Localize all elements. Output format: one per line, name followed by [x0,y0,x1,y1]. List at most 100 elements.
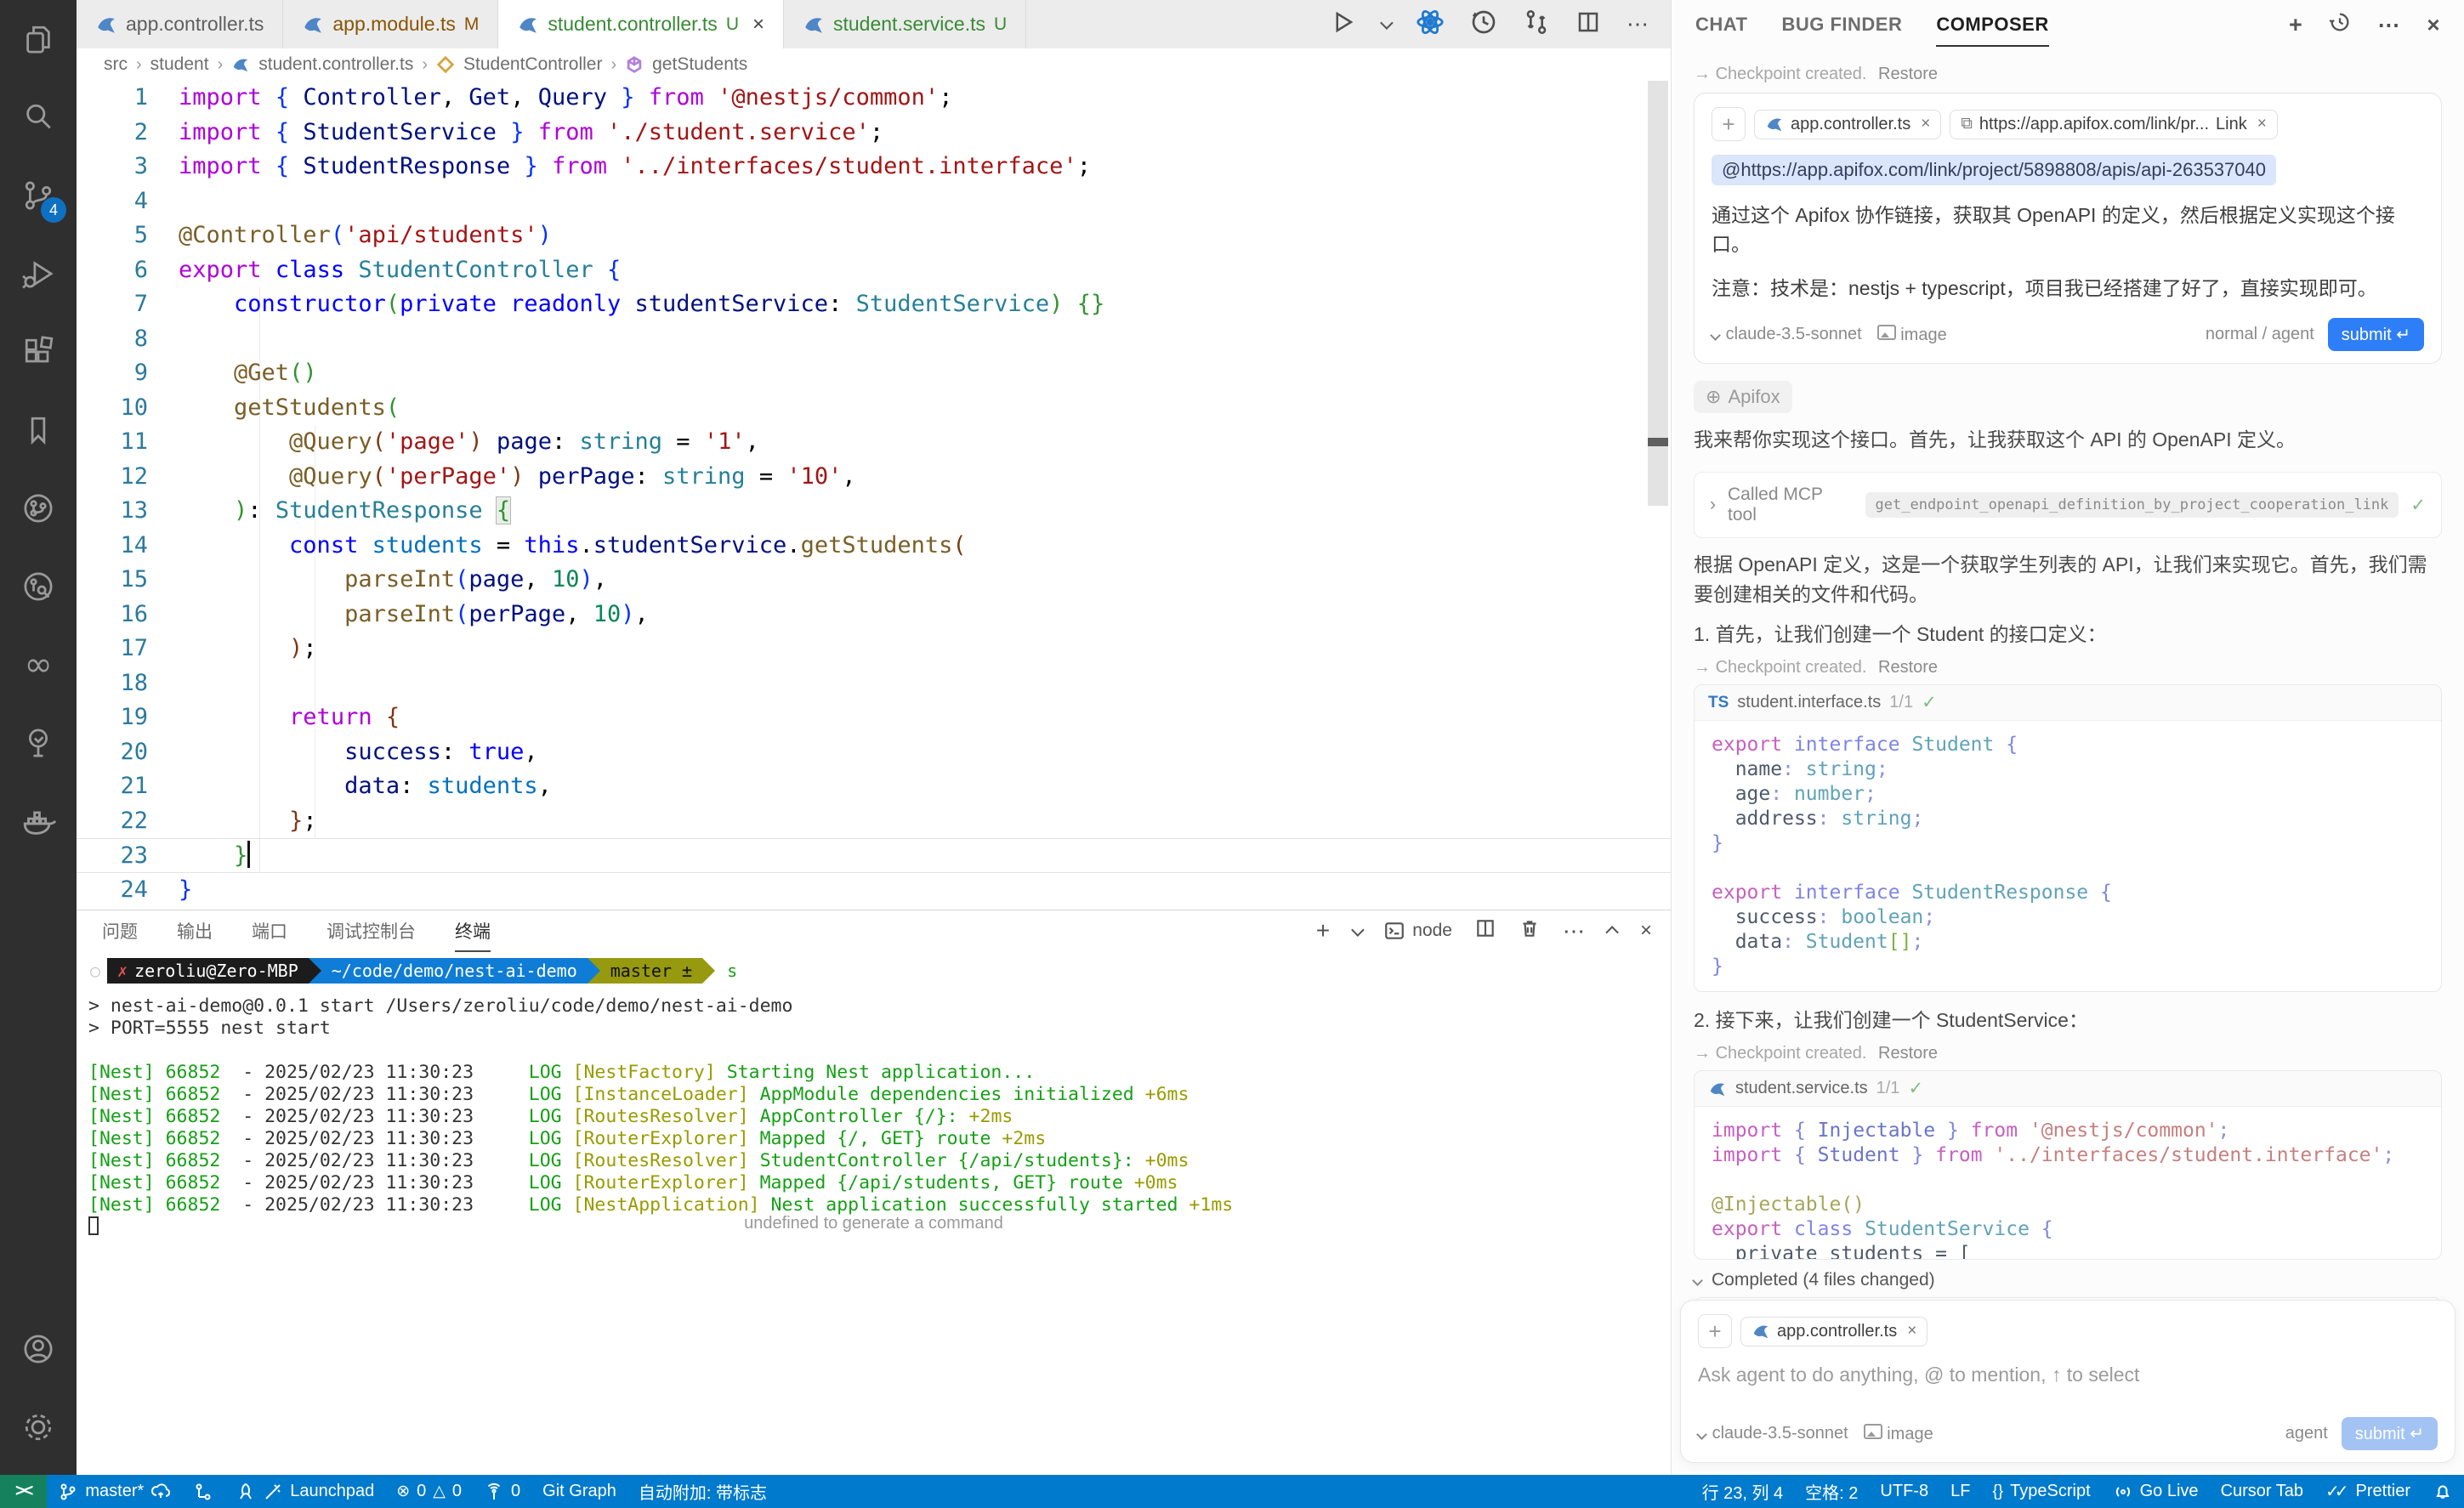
git-graph-item[interactable]: Git Graph [531,1475,627,1508]
expand-chevron-icon[interactable]: › [1710,495,1716,515]
nestjs-ts-icon [1751,1322,1770,1341]
restore-link[interactable]: Restore [1878,65,1938,83]
restore-link[interactable]: Restore [1878,1044,1938,1063]
add-context-button[interactable]: + [1698,1314,1732,1348]
git-branch-item[interactable]: master* [47,1475,182,1508]
new-terminal-icon[interactable]: + [1316,917,1330,944]
panel-more-icon[interactable]: ⋯ [1563,918,1587,944]
atom-icon[interactable] [1416,8,1445,41]
model-selector[interactable]: claude-3.5-sonnet [1712,325,1862,344]
settings-gear-icon[interactable] [0,1388,77,1466]
code-block-filename[interactable]: student.service.ts [1735,1079,1868,1098]
panel-tab-terminal[interactable]: 终端 [455,918,491,952]
terminal-process[interactable]: node [1383,920,1452,942]
ports-item[interactable]: 0 [473,1475,531,1508]
close-composer-icon[interactable]: × [2427,12,2440,38]
explorer-icon[interactable] [0,0,77,78]
composer-more-icon[interactable]: ⋯ [2377,12,2401,38]
tab-composer[interactable]: COMPOSER [1936,14,2048,36]
project-tree-icon[interactable] [0,704,77,782]
context-chip-file[interactable]: app.controller.ts × [1754,110,1941,139]
model-selector[interactable]: claude-3.5-sonnet [1698,1424,1848,1443]
editor-scrollbar[interactable] [1648,81,1668,910]
remove-chip-icon[interactable]: × [1921,115,1930,133]
launchpad-item[interactable]: Launchpad [224,1475,385,1508]
git-graph-icon[interactable] [0,469,77,547]
panel-tab-output[interactable]: 输出 [177,918,213,944]
git-history-icon[interactable] [0,547,77,626]
tab-bug-finder[interactable]: BUG FINDER [1781,14,1902,36]
prettier-item[interactable]: ✓✓ Prettier [2314,1475,2421,1508]
globe-icon: ⊕ [1706,386,1721,408]
mcp-tool-card[interactable]: › Called MCP tool get_endpoint_openapi_d… [1694,472,2442,538]
tab-student-service[interactable]: student.service.ts U [784,0,1026,48]
run-debug-icon[interactable] [0,235,77,313]
bookmarks-icon[interactable] [0,391,77,469]
mode-label[interactable]: normal / agent [2206,325,2314,344]
problems-item[interactable]: ⊗ 0 △ 0 [385,1475,473,1508]
notifications-item[interactable] [2421,1475,2464,1508]
go-live-item[interactable]: Go Live [2102,1475,2210,1508]
terminal[interactable]: ○ ✗zeroliu@Zero-MBP ~/code/demo/nest-ai-… [77,958,1671,1239]
broadcast-icon [2113,1482,2133,1502]
close-tab-icon[interactable]: × [752,13,764,37]
image-button[interactable]: image [1877,325,1947,345]
code-line: > nest-ai-demo@0.0.1 start /Users/zeroli… [88,995,1671,1018]
code-line [1712,1168,2424,1193]
new-chat-icon[interactable]: + [2289,12,2302,38]
history-icon[interactable] [2328,10,2352,40]
split-editor-icon[interactable] [1575,9,1601,39]
language-item[interactable]: {} TypeScript [1981,1475,2101,1508]
more-actions-icon[interactable]: ⋯ [1627,11,1650,37]
command-decoration-icon[interactable]: ○ [90,960,100,982]
add-context-button[interactable]: + [1712,107,1746,141]
remove-chip-icon[interactable]: × [2257,115,2267,133]
composer-input-card[interactable]: + app.controller.ts × Ask agent to do an… [1680,1300,2455,1463]
completed-header[interactable]: Completed (4 files changed) [1694,1270,2442,1290]
image-button[interactable]: image [1864,1424,1933,1444]
panel-tab-debug-console[interactable]: 调试控制台 [326,918,416,944]
docker-icon[interactable] [0,782,77,860]
kill-terminal-icon[interactable] [1519,917,1541,944]
encoding-item[interactable]: UTF-8 [1869,1475,1939,1508]
run-dropdown-icon[interactable] [1380,16,1394,30]
mention-link[interactable]: @https://app.apifox.com/link/project/589… [1712,155,2276,185]
context-chip-link[interactable]: ⧉ https://app.apifox.com/link/pr... Link… [1950,110,2278,139]
tab-app-module[interactable]: app.module.ts M [283,0,498,48]
split-terminal-icon[interactable] [1474,917,1496,944]
composer-input-placeholder[interactable]: Ask agent to do anything, @ to mention, … [1698,1363,2438,1386]
extensions-icon[interactable] [0,313,77,391]
auto-attach-item[interactable]: 自动附加: 带标志 [627,1475,778,1508]
run-button[interactable] [1330,9,1355,39]
sync-cloud-icon [150,1482,171,1502]
tab-app-controller[interactable]: app.controller.ts [77,0,283,48]
panel-tab-ports[interactable]: 端口 [252,918,287,944]
cursor-tab-item[interactable]: Cursor Tab [2210,1475,2314,1508]
infinity-icon[interactable]: ∞ [0,626,77,704]
indentation-item[interactable]: 空格: 2 [1794,1475,1869,1508]
source-control-icon[interactable]: 4 [0,156,77,235]
panel-tab-problems[interactable]: 问题 [102,918,138,944]
eol-item[interactable]: LF [1939,1475,1981,1508]
mode-label[interactable]: agent [2285,1424,2328,1443]
code-block-filename[interactable]: student.interface.ts [1737,693,1881,712]
remote-indicator[interactable]: >< [0,1475,47,1508]
tab-student-controller[interactable]: student.controller.ts U × [498,0,784,48]
code-editor[interactable]: 1import { Controller, Get, Query } from … [77,81,1671,910]
remove-chip-icon[interactable]: × [1907,1322,1916,1341]
submit-button[interactable]: submit ↵ [2328,318,2424,351]
timeline-icon[interactable] [1470,9,1497,40]
search-icon[interactable] [0,78,77,156]
context-chip-file[interactable]: app.controller.ts × [1740,1317,1927,1346]
restore-link[interactable]: Restore [1878,658,1938,677]
terminal-dropdown-icon[interactable] [1351,923,1365,937]
scm-graph-item[interactable] [182,1475,224,1508]
breadcrumb[interactable]: src › student › student.controller.ts › … [77,48,1671,81]
compare-changes-icon[interactable] [1523,9,1550,40]
cursor-position-item[interactable]: 行 23, 列 4 [1691,1475,1795,1508]
maximize-panel-icon[interactable] [1605,926,1619,939]
submit-button[interactable]: submit ↵ [2342,1417,2438,1450]
tab-chat[interactable]: CHAT [1695,14,1747,36]
account-icon[interactable] [0,1310,77,1388]
close-panel-icon[interactable]: × [1640,919,1652,943]
